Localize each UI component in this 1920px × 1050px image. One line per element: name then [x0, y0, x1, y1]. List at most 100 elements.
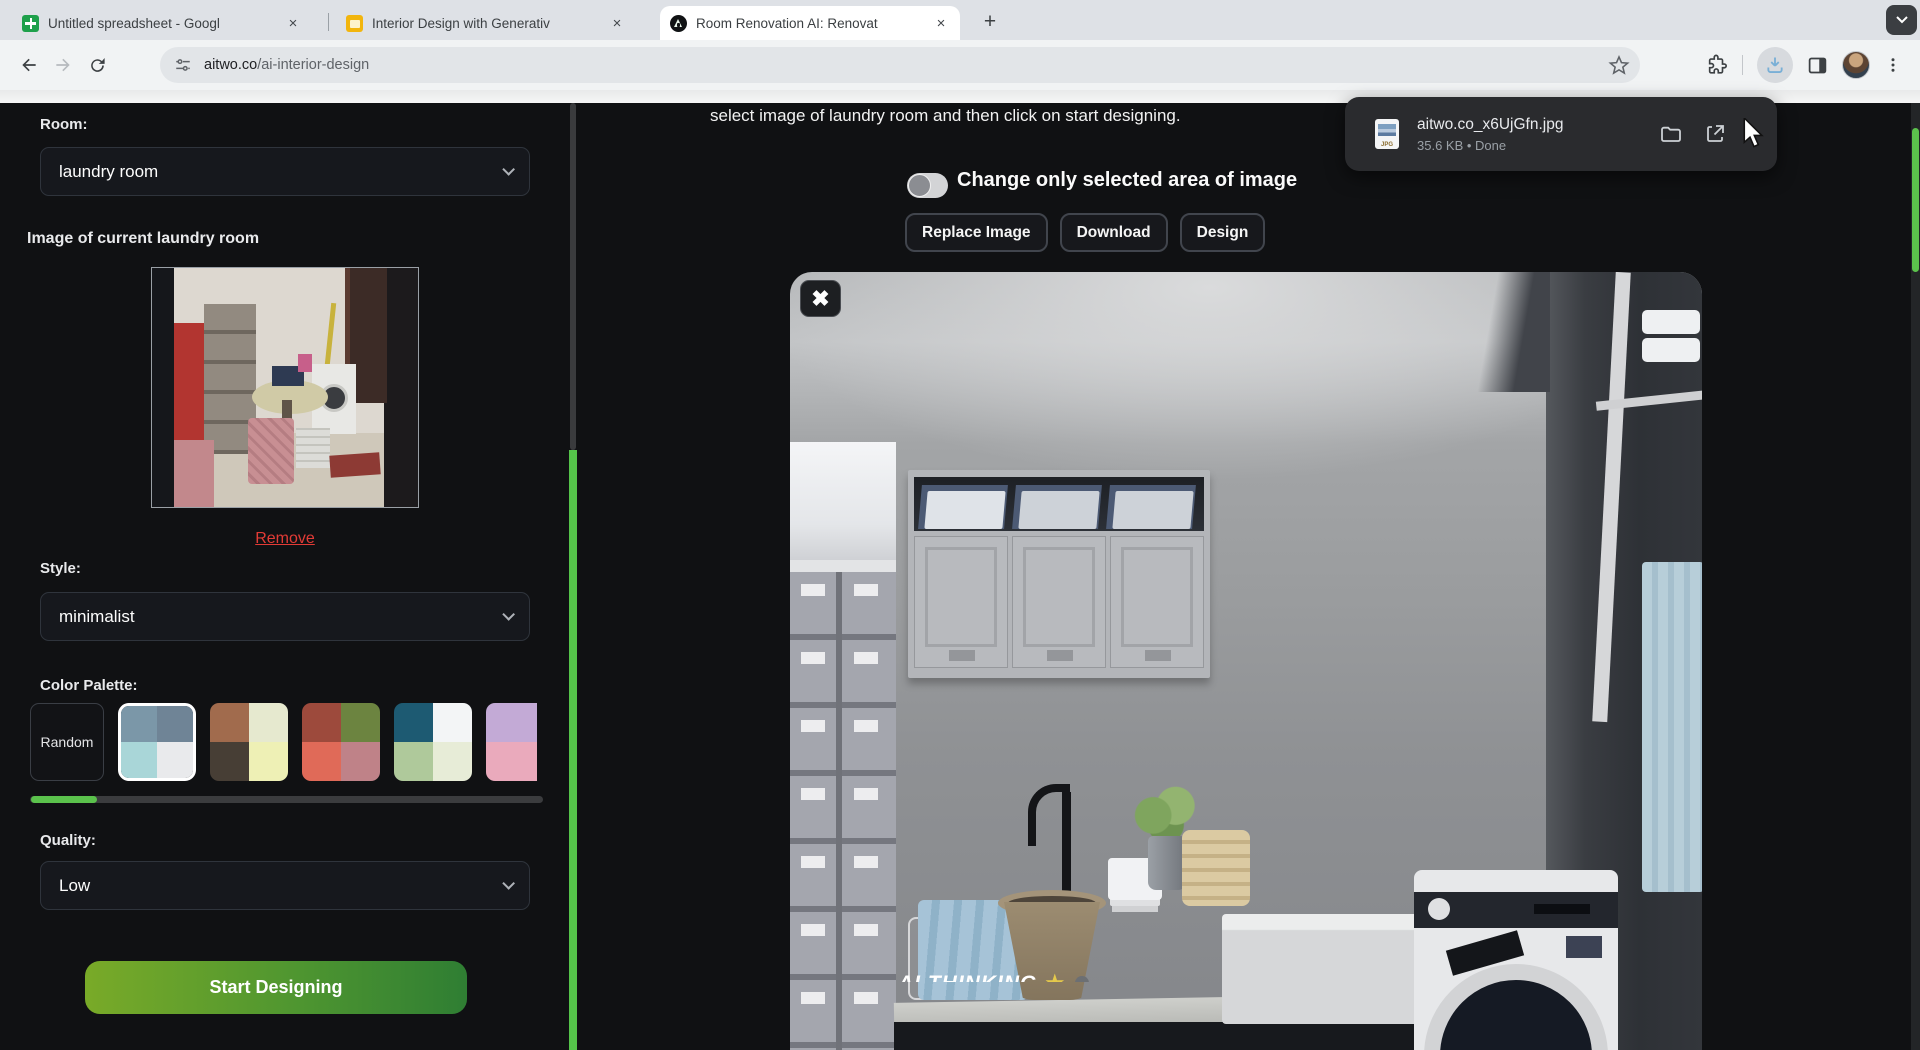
photo-washer-chip	[1566, 936, 1602, 958]
palette-swatch-5[interactable]	[486, 703, 537, 781]
instruction-text: select image of laundry room and then cl…	[710, 106, 1181, 126]
thumb-red-mat	[329, 452, 380, 477]
photo-faucet	[1028, 830, 1036, 846]
thumb-bottles	[298, 354, 312, 372]
toolbar-divider	[1742, 55, 1743, 75]
download-icon	[1765, 55, 1785, 75]
back-button[interactable]	[12, 48, 46, 82]
photo-shelf-line	[790, 560, 896, 572]
tab-room-renovation-active[interactable]: Room Renovation AI: Renovat ×	[660, 6, 960, 40]
aitwo-logo-icon	[670, 15, 687, 32]
photo-white-boxes	[790, 442, 896, 560]
result-image: ✖	[790, 272, 1702, 1050]
palette-swatch-3[interactable]	[302, 703, 380, 781]
photo-washer-door	[1424, 964, 1608, 1050]
download-button[interactable]: Download	[1060, 213, 1168, 252]
palette-random-button[interactable]: Random	[30, 703, 104, 781]
tab-search-button[interactable]	[1886, 5, 1917, 35]
tab-close-icon[interactable]: ×	[608, 14, 626, 32]
tab-spreadsheet[interactable]: Untitled spreadsheet - Googl ×	[12, 6, 312, 40]
photo-bin-front	[1018, 491, 1099, 529]
url-path: /ai-interior-design	[257, 57, 369, 73]
tab-separator	[328, 13, 329, 31]
page-scrollbar-thumb[interactable]	[1912, 128, 1919, 272]
bookmark-star-icon[interactable]	[1608, 54, 1630, 76]
palette-swatch-1[interactable]	[118, 703, 196, 781]
photo-open-shelf	[914, 477, 1204, 531]
tab-title: Untitled spreadsheet - Googl	[48, 16, 275, 31]
tab-title: Interior Design with Generativ	[372, 16, 599, 31]
downloads-button[interactable]	[1757, 47, 1793, 83]
forward-arrow-icon	[53, 55, 73, 75]
palette-scrollbar[interactable]	[30, 796, 543, 803]
chevron-down-icon	[502, 877, 515, 890]
google-sheets-icon	[22, 15, 39, 32]
url-text[interactable]: aitwo.co/ai-interior-design	[204, 57, 1608, 73]
browser-window: Untitled spreadsheet - Googl × Interior …	[0, 0, 1920, 1050]
side-panel-icon[interactable]	[1807, 55, 1828, 76]
photo-white-cabinet	[1222, 914, 1418, 1024]
photo-drawer-stack	[790, 442, 896, 1050]
room-select-value: laundry room	[59, 162, 158, 182]
close-image-button[interactable]: ✖	[800, 280, 841, 317]
design-button[interactable]: Design	[1180, 213, 1266, 252]
forward-button[interactable]	[46, 48, 80, 82]
palette-swatch-2[interactable]	[210, 703, 288, 781]
file-jpg-icon	[1375, 119, 1399, 149]
tab-close-icon[interactable]: ×	[932, 14, 950, 32]
photo-washing-machine	[1414, 870, 1618, 1050]
photo-washer-buttons	[1534, 904, 1590, 914]
sidebar-scrollbar-thumb[interactable]	[570, 103, 576, 450]
room-photo-thumbnail[interactable]	[151, 267, 419, 508]
open-in-new-icon[interactable]	[1703, 122, 1727, 146]
photo-cabinet-door	[1012, 536, 1106, 668]
selected-area-toggle-label: Change only selected area of image	[957, 169, 1297, 192]
photo-wall-cabinet	[908, 470, 1210, 678]
photo-washer-dial	[1428, 898, 1450, 920]
thumb-laundry-basket	[174, 440, 214, 508]
url-host: aitwo.co	[204, 57, 257, 73]
mouse-cursor	[1742, 118, 1768, 148]
show-in-folder-icon[interactable]	[1659, 122, 1683, 146]
style-label: Style:	[40, 560, 81, 577]
palette-scrollbar-thumb[interactable]	[31, 796, 97, 803]
address-bar[interactable]: aitwo.co/ai-interior-design	[160, 47, 1640, 83]
download-info: aitwo.co_x6UjGfn.jpg 35.6 KB • Done	[1417, 116, 1659, 153]
palette-swatch-4[interactable]	[394, 703, 472, 781]
google-slides-icon	[346, 15, 363, 32]
chevron-down-icon	[1896, 16, 1908, 24]
photo-cabinet-door	[914, 536, 1008, 668]
room-select[interactable]: laundry room	[40, 147, 530, 196]
tab-interior-design[interactable]: Interior Design with Generativ ×	[336, 6, 636, 40]
style-select[interactable]: minimalist	[40, 592, 530, 641]
thumb-white-crate	[296, 428, 330, 468]
photo-drawer-labels	[801, 572, 825, 1050]
photo-vase	[1148, 836, 1186, 890]
thumb-pink-basket	[248, 418, 294, 484]
reload-icon	[88, 56, 107, 75]
download-filename: aitwo.co_x6UjGfn.jpg	[1417, 116, 1659, 134]
page-content: Room: laundry room Image of current laun…	[0, 103, 1920, 1050]
start-designing-button[interactable]: Start Designing	[85, 961, 467, 1014]
chevron-down-icon	[502, 163, 515, 176]
quality-select[interactable]: Low	[40, 861, 530, 910]
site-settings-icon[interactable]	[174, 56, 192, 74]
new-tab-button[interactable]: +	[976, 8, 1004, 36]
download-actions	[1659, 122, 1727, 146]
sidebar-divider-green[interactable]	[569, 450, 577, 1050]
thumb-red-locker	[174, 323, 204, 443]
menu-kebab-icon[interactable]	[1884, 56, 1902, 74]
selected-area-toggle[interactable]	[907, 173, 948, 198]
tab-close-icon[interactable]: ×	[284, 14, 302, 32]
reload-button[interactable]	[80, 48, 114, 82]
photo-cabinet-door	[1110, 536, 1204, 668]
profile-avatar[interactable]	[1842, 51, 1870, 79]
replace-image-button[interactable]: Replace Image	[905, 213, 1048, 252]
extensions-puzzle-icon[interactable]	[1706, 54, 1728, 76]
room-label: Room:	[40, 116, 88, 133]
download-notification[interactable]: aitwo.co_x6UjGfn.jpg 35.6 KB • Done	[1345, 97, 1777, 171]
toggle-knob[interactable]	[908, 174, 931, 197]
download-status: 35.6 KB • Done	[1417, 138, 1659, 153]
photo-drawer-labels	[854, 572, 878, 1050]
remove-image-link[interactable]: Remove	[151, 530, 419, 548]
